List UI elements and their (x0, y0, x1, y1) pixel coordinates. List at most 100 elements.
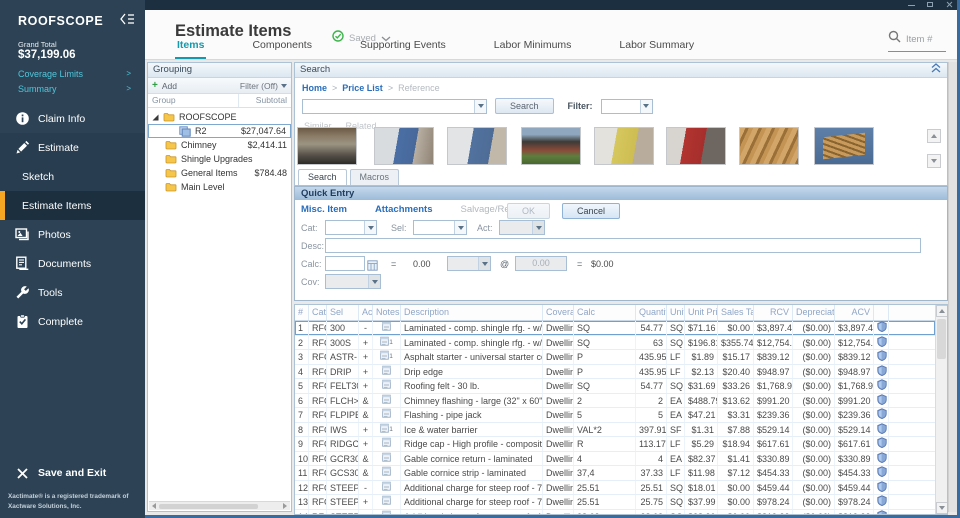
scroll-right-icon[interactable] (283, 503, 287, 509)
column-header-unit[interactable]: Unit (667, 305, 685, 320)
table-scroll-down-button[interactable] (936, 502, 948, 514)
sel-combo[interactable] (413, 220, 467, 235)
maximize-icon[interactable] (926, 1, 935, 9)
scroll-left-icon[interactable] (152, 503, 156, 509)
items-table-vertical-scrollbar[interactable] (935, 305, 947, 514)
sidebar-item-photos[interactable]: Photos (0, 220, 145, 249)
column-header-coverage[interactable]: Coverage (543, 305, 574, 320)
group-tree-item-roofscope[interactable]: ROOFSCOPE (148, 110, 291, 124)
coverage-shield-icon[interactable] (874, 365, 889, 379)
sidebar-item-sketch[interactable]: Sketch (0, 162, 145, 191)
table-row[interactable]: 2RFG300S+1Laminated - comp. shingle rfg.… (295, 336, 935, 351)
note-icon[interactable] (373, 321, 401, 335)
price-list-search-combo[interactable] (302, 99, 487, 114)
roof-framing-thumbnail[interactable] (739, 127, 799, 165)
column-header-description[interactable]: Description (401, 305, 543, 320)
note-icon[interactable] (373, 437, 401, 451)
note-icon[interactable] (373, 408, 401, 422)
table-row[interactable]: 1RFG300-Laminated - comp. shingle rfg. -… (295, 321, 935, 336)
tab-macros[interactable]: Macros (350, 169, 400, 185)
thumbnails-scroll-down-button[interactable] (927, 154, 941, 168)
tab-items[interactable]: Items (175, 35, 206, 59)
grouping-horizontal-scrollbar[interactable] (149, 501, 290, 510)
coverage-shield-icon[interactable] (874, 408, 889, 422)
house-exterior-thumbnail[interactable] (521, 127, 581, 165)
room-blue-wall-thumbnail[interactable] (374, 127, 434, 165)
group-column-header[interactable]: Group (148, 94, 239, 107)
save-and-exit-button[interactable]: Save and Exit (0, 458, 145, 488)
tree-expander-icon[interactable] (152, 114, 159, 121)
coverage-shield-icon[interactable] (874, 510, 889, 515)
breadcrumb-home[interactable]: Home (302, 83, 327, 93)
group-tree-item-general-items[interactable]: General Items$784.48 (148, 166, 291, 180)
breadcrumb-price-list[interactable]: Price List (342, 83, 383, 93)
sidebar-item-claim-info[interactable]: Claim Info (0, 104, 145, 133)
tab-components[interactable]: Components (250, 35, 314, 59)
sidebar-item-complete[interactable]: Complete (0, 307, 145, 336)
coverage-shield-icon[interactable] (874, 452, 889, 466)
tab-search[interactable]: Search (298, 169, 347, 185)
column-header-unit-price[interactable]: Unit Price (685, 305, 718, 320)
coverage-shield-icon[interactable] (874, 394, 889, 408)
quick-entry-tab-attachments[interactable]: Attachments (375, 204, 433, 215)
sidebar-link-summary[interactable]: Summary> (0, 81, 145, 96)
column-header-depreciation[interactable]: Depreciation (793, 305, 835, 320)
table-row[interactable]: 3RFGASTR-+1Asphalt starter - universal s… (295, 350, 935, 365)
table-row[interactable]: 13RFGSTEEP+Additional charge for steep r… (295, 495, 935, 510)
coverage-shield-icon[interactable] (874, 336, 889, 350)
coverage-shield-icon[interactable] (874, 466, 889, 480)
note-icon[interactable] (373, 365, 401, 379)
coverage-shield-icon[interactable] (874, 350, 889, 364)
combo-dropdown-button[interactable] (640, 100, 652, 113)
item-number-search[interactable] (888, 30, 946, 52)
note-icon[interactable]: 1 (373, 423, 401, 437)
tab-labor-minimums[interactable]: Labor Minimums (492, 35, 574, 59)
coverage-shield-icon[interactable] (874, 495, 889, 509)
column-header-notes[interactable]: Notes (373, 305, 401, 320)
table-row[interactable]: 8RFGIWS+1Ice & water barrierDwellingVAL*… (295, 423, 935, 438)
table-row[interactable]: 4RFGDRIP+Drip edgeDwellingP435.95LF$2.13… (295, 365, 935, 380)
price-list-search-input[interactable] (303, 101, 474, 111)
note-icon[interactable] (373, 379, 401, 393)
coverage-shield-icon[interactable] (874, 481, 889, 495)
note-icon[interactable] (373, 495, 401, 509)
note-icon[interactable]: 1 (373, 350, 401, 364)
close-icon[interactable] (945, 1, 954, 9)
tab-labor-summary[interactable]: Labor Summary (617, 35, 696, 59)
house-framing-thumbnail[interactable] (814, 127, 874, 165)
minimize-icon[interactable] (907, 1, 916, 9)
tab-supporting-events[interactable]: Supporting Events (358, 35, 448, 59)
room-red-wall-thumbnail[interactable] (666, 127, 726, 165)
group-tree-item-r2[interactable]: R2$27,047.64 (148, 124, 291, 138)
subtotal-column-header[interactable]: Subtotal (239, 94, 291, 107)
room-blue-wall-2-thumbnail[interactable] (447, 127, 507, 165)
group-tree-item-chimney[interactable]: Chimney$2,414.11 (148, 138, 291, 152)
table-row[interactable]: 12RFGSTEEP-Additional charge for steep r… (295, 481, 935, 496)
search-filter-dropdown[interactable] (601, 99, 653, 114)
table-row[interactable]: 11RFGGCS300&Gable cornice strip - lamina… (295, 466, 935, 481)
sidebar-item-tools[interactable]: Tools (0, 278, 145, 307)
table-row[interactable]: 5RFGFELT30+Roofing felt - 30 lb.Dwelling… (295, 379, 935, 394)
note-icon[interactable] (373, 466, 401, 480)
table-row[interactable]: 7RFGFLPIPE&Flashing - pipe jackDwelling5… (295, 408, 935, 423)
note-icon[interactable] (373, 510, 401, 515)
column-header-sel[interactable]: Sel (327, 305, 359, 320)
group-tree-item-shingle-upgrades[interactable]: Shingle Upgrades (148, 152, 291, 166)
thumbnails-scroll-up-button[interactable] (927, 129, 941, 143)
group-tree-item-main-level[interactable]: Main Level (148, 180, 291, 194)
sidebar-link-coverage-limits[interactable]: Coverage Limits> (0, 66, 145, 81)
desc-input[interactable] (325, 238, 921, 253)
room-yellow-wall-thumbnail[interactable] (594, 127, 654, 165)
note-icon[interactable] (373, 394, 401, 408)
table-row[interactable]: 14RFGSTEEP>Additional charge for steep r… (295, 510, 935, 515)
grouping-filter-dropdown[interactable]: Filter (Off) (240, 81, 287, 91)
column-header-cat[interactable]: Cat (309, 305, 327, 320)
coverage-shield-icon[interactable] (874, 379, 889, 393)
table-scroll-up-button[interactable] (936, 305, 948, 317)
column-header-#[interactable]: # (295, 305, 309, 320)
sidebar-item-estimate-items[interactable]: Estimate Items (0, 191, 145, 220)
note-icon[interactable] (373, 452, 401, 466)
note-icon[interactable] (373, 481, 401, 495)
coverage-shield-icon[interactable] (874, 423, 889, 437)
basement-interior-thumbnail[interactable] (297, 127, 357, 165)
